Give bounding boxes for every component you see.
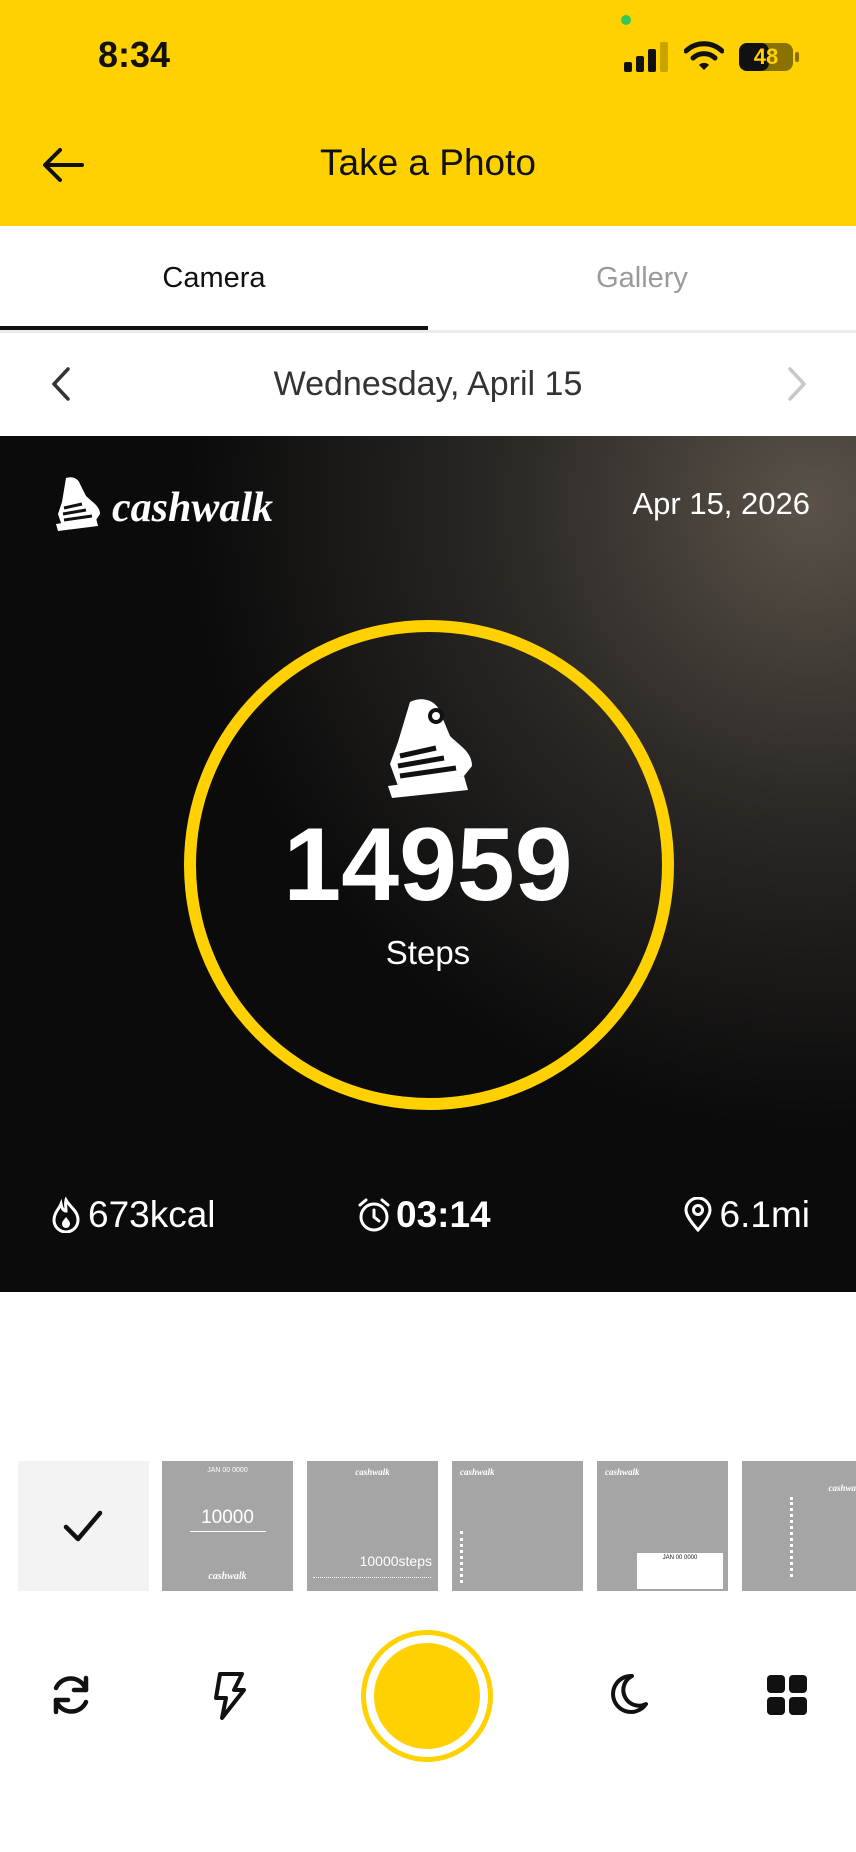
shutter-button[interactable] (361, 1630, 493, 1762)
template-card: JAN 00 0000 (637, 1553, 723, 1589)
refresh-icon[interactable] (46, 1670, 96, 1720)
tab-bar: Camera Gallery (0, 226, 856, 333)
template-thumbnail-selected[interactable] (18, 1461, 149, 1591)
template-divider (190, 1531, 266, 1532)
page-title: Take a Photo (320, 142, 536, 183)
duration-value: 03:14 (396, 1194, 491, 1235)
template-brand: cashwalk (208, 1571, 247, 1582)
template-steps: 10000steps (359, 1553, 432, 1569)
template-brand: cashwalk (828, 1483, 856, 1493)
tab-camera[interactable]: Camera (0, 262, 428, 295)
flash-icon[interactable] (204, 1668, 254, 1722)
photo-preview: cashwalk Apr 15, 2026 14959 Steps 673kca… (0, 436, 856, 1292)
template-thumbnail[interactable]: cashwalk JAN 00 0000 (597, 1461, 728, 1591)
duration-stat: 03:14 (356, 1194, 491, 1236)
shutter-inner (374, 1643, 480, 1749)
template-thumbnail[interactable]: JAN 00 0000 10000 cashwalk (162, 1461, 293, 1591)
template-date: JAN 00 0000 (207, 1467, 248, 1474)
grid-icon[interactable] (762, 1670, 812, 1720)
photo-date: Apr 15, 2026 (632, 486, 810, 521)
brand-name: cashwalk (112, 485, 274, 531)
steps-label: Steps (385, 934, 471, 971)
template-steps: 10000 (201, 1507, 254, 1528)
template-stats-line (313, 1577, 431, 1582)
check-icon (63, 1510, 103, 1542)
chevron-right-icon[interactable] (780, 359, 816, 409)
wifi-icon (684, 41, 724, 70)
shoe-icon (56, 477, 100, 531)
status-time: 8:34 (98, 34, 171, 75)
active-tab-indicator (0, 326, 428, 330)
cellular-signal-icon (624, 42, 668, 72)
steps-count: 14959 (283, 807, 573, 923)
location-pin-icon (684, 1197, 712, 1233)
date-title: Wednesday, April 15 (273, 365, 583, 403)
date-navigator: Wednesday, April 15 (0, 333, 856, 436)
tab-gallery[interactable]: Gallery (428, 262, 856, 295)
template-thumbnail[interactable]: cashwalk (452, 1461, 583, 1591)
template-thumbnail[interactable]: cashwalk 10000steps (307, 1461, 438, 1591)
template-brand: cashwalk (355, 1467, 390, 1477)
template-stat-list (790, 1497, 833, 1577)
template-card-date: JAN 00 0000 (662, 1555, 698, 1561)
calories-stat: 673kcal (48, 1194, 216, 1236)
moon-icon[interactable] (602, 1670, 652, 1720)
template-brand: cashwalk (605, 1467, 640, 1477)
distance-stat: 6.1mi (680, 1194, 810, 1236)
template-brand: cashwalk (460, 1467, 495, 1477)
alarm-clock-icon (358, 1198, 390, 1232)
battery-icon: 48 (738, 42, 800, 72)
flame-icon (52, 1197, 80, 1233)
battery-level: 48 (753, 44, 779, 69)
privacy-indicator-dot (621, 15, 631, 25)
template-thumbnail[interactable]: cashwalk (742, 1461, 856, 1591)
shoe-icon (388, 699, 472, 798)
calories-value: 673kcal (88, 1194, 216, 1235)
app-header: 8:34 48 Take a Photo (0, 0, 856, 226)
distance-value: 6.1mi (719, 1194, 810, 1235)
template-stat-list (460, 1531, 503, 1583)
